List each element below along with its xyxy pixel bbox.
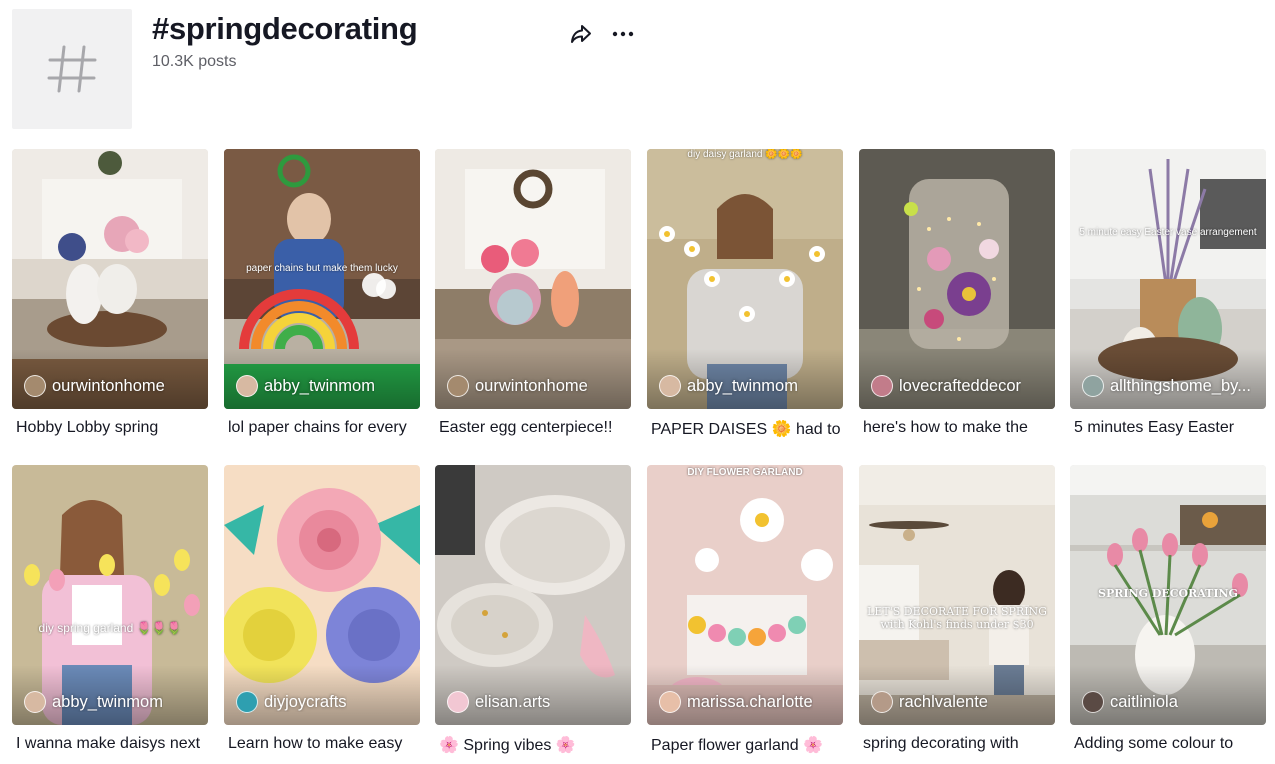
video-author[interactable]: ourwintonhome [24, 375, 165, 397]
video-author[interactable]: marissa.charlotte [659, 691, 813, 713]
video-card[interactable]: diy spring garland 🌷🌷🌷 abby_twinmom I wa… [12, 465, 208, 764]
video-card[interactable]: ourwintonhome Easter egg centerpiece!! [435, 149, 631, 449]
video-overlay-text: paper chains but make them lucky [246, 263, 398, 274]
video-thumbnail[interactable]: LET'S DECORATE FOR SPRING with Kohl's fi… [859, 465, 1055, 725]
username: ourwintonhome [475, 376, 588, 395]
username: abby_twinmom [687, 376, 798, 395]
video-caption[interactable]: Easter egg centerpiece!! [439, 419, 631, 437]
video-author[interactable]: allthingshome_by... [1082, 375, 1251, 397]
post-count: 10.3K posts [152, 53, 237, 70]
avatar [236, 375, 258, 397]
username: elisan.arts [475, 692, 551, 711]
video-thumbnail[interactable]: diy spring garland 🌷🌷🌷 abby_twinmom [12, 465, 208, 725]
page-title: #springdecorating [152, 11, 418, 46]
username: ourwintonhome [52, 376, 165, 395]
video-thumbnail[interactable]: diy daisy garland 🌼🌼🌼 abby_twinmom [647, 149, 843, 409]
video-caption[interactable]: Learn how to make easy [228, 735, 420, 753]
video-overlay-text: diy spring garland 🌷🌷🌷 [38, 621, 182, 635]
video-card[interactable]: lovecrafteddecor here's how to make the [859, 149, 1055, 449]
video-caption[interactable]: Paper flower garland 🌸 [651, 735, 843, 755]
avatar [1082, 375, 1104, 397]
video-thumbnail[interactable]: ourwintonhome [12, 149, 208, 409]
video-overlay-text: DIY FLOWER GARLAND [687, 467, 803, 478]
avatar [871, 691, 893, 713]
hashtag-header: #springdecorating 10.3K posts [12, 9, 1272, 129]
more-horizontal-icon [612, 31, 634, 37]
avatar [236, 691, 258, 713]
hashtag-icon [47, 45, 97, 93]
video-author[interactable]: rachlvalente [871, 691, 988, 713]
video-caption[interactable]: PAPER DAISES 🌼 had to [651, 419, 843, 439]
video-caption[interactable]: 🌸 Spring vibes 🌸 [439, 735, 631, 755]
video-card[interactable]: LET'S DECORATE FOR SPRING with Kohl's fi… [859, 465, 1055, 764]
video-author[interactable]: elisan.arts [447, 691, 550, 713]
avatar [659, 375, 681, 397]
username: abby_twinmom [264, 376, 375, 395]
video-thumbnail[interactable]: 5 minute easy Easter vase arrangement al… [1070, 149, 1266, 409]
video-thumbnail[interactable]: DIY FLOWER GARLAND marissa.charlotte [647, 465, 843, 725]
video-author[interactable]: ourwintonhome [447, 375, 588, 397]
username: lovecrafteddecor [899, 376, 1021, 395]
avatar [447, 691, 469, 713]
video-thumbnail[interactable]: lovecrafteddecor [859, 149, 1055, 409]
avatar [871, 375, 893, 397]
video-thumbnail[interactable]: ourwintonhome [435, 149, 631, 409]
video-card[interactable]: ourwintonhome Hobby Lobby spring [12, 149, 208, 449]
video-caption[interactable]: spring decorating with [863, 735, 1055, 753]
video-card[interactable]: SPRING DECORATING caitliniola Adding som… [1070, 465, 1266, 764]
video-thumbnail[interactable]: elisan.arts [435, 465, 631, 725]
video-caption[interactable]: Adding some colour to [1074, 735, 1266, 753]
video-card[interactable]: elisan.arts 🌸 Spring vibes 🌸 [435, 465, 631, 764]
video-author[interactable]: lovecrafteddecor [871, 375, 1021, 397]
username: caitliniola [1110, 692, 1178, 711]
video-thumbnail[interactable]: SPRING DECORATING caitliniola [1070, 465, 1266, 725]
video-author[interactable]: abby_twinmom [236, 375, 375, 397]
avatar [24, 691, 46, 713]
video-thumbnail[interactable]: paper chains but make them lucky abby_tw… [224, 149, 420, 409]
video-caption[interactable]: 5 minutes Easy Easter [1074, 419, 1266, 437]
username: allthingshome_by... [1110, 376, 1251, 395]
username: diyjoycrafts [264, 692, 347, 711]
video-card[interactable]: diyjoycrafts Learn how to make easy [224, 465, 420, 764]
hashtag-avatar [12, 9, 132, 129]
avatar [24, 375, 46, 397]
video-card[interactable]: DIY FLOWER GARLAND marissa.charlotte Pap… [647, 465, 843, 764]
video-overlay-text: SPRING DECORATING [1098, 587, 1238, 600]
video-overlay-text: diy daisy garland 🌼🌼🌼 [687, 149, 803, 160]
video-author[interactable]: diyjoycrafts [236, 691, 347, 713]
avatar [447, 375, 469, 397]
video-card[interactable]: 5 minute easy Easter vase arrangement al… [1070, 149, 1266, 449]
video-overlay-text: LET'S DECORATE FOR SPRING with Kohl's fi… [867, 605, 1047, 631]
video-author[interactable]: caitliniola [1082, 691, 1178, 713]
username: marissa.charlotte [687, 692, 813, 711]
avatar [1082, 691, 1104, 713]
share-icon [571, 25, 591, 43]
video-author[interactable]: abby_twinmom [24, 691, 163, 713]
video-caption[interactable]: Hobby Lobby spring [16, 419, 208, 437]
video-card[interactable]: paper chains but make them lucky abby_tw… [224, 149, 420, 449]
video-card[interactable]: diy daisy garland 🌼🌼🌼 abby_twinmom PAPER… [647, 149, 843, 449]
video-caption[interactable]: here's how to make the [863, 419, 1055, 437]
username: rachlvalente [899, 692, 988, 711]
video-caption[interactable]: I wanna make daisys next [16, 735, 208, 753]
avatar [659, 691, 681, 713]
more-options-button[interactable] [610, 21, 636, 47]
video-overlay-text: 5 minute easy Easter vase arrangement [1079, 227, 1257, 238]
video-thumbnail[interactable]: diyjoycrafts [224, 465, 420, 725]
share-button[interactable] [568, 21, 594, 47]
username: abby_twinmom [52, 692, 163, 711]
video-caption[interactable]: lol paper chains for every [228, 419, 420, 437]
video-author[interactable]: abby_twinmom [659, 375, 798, 397]
